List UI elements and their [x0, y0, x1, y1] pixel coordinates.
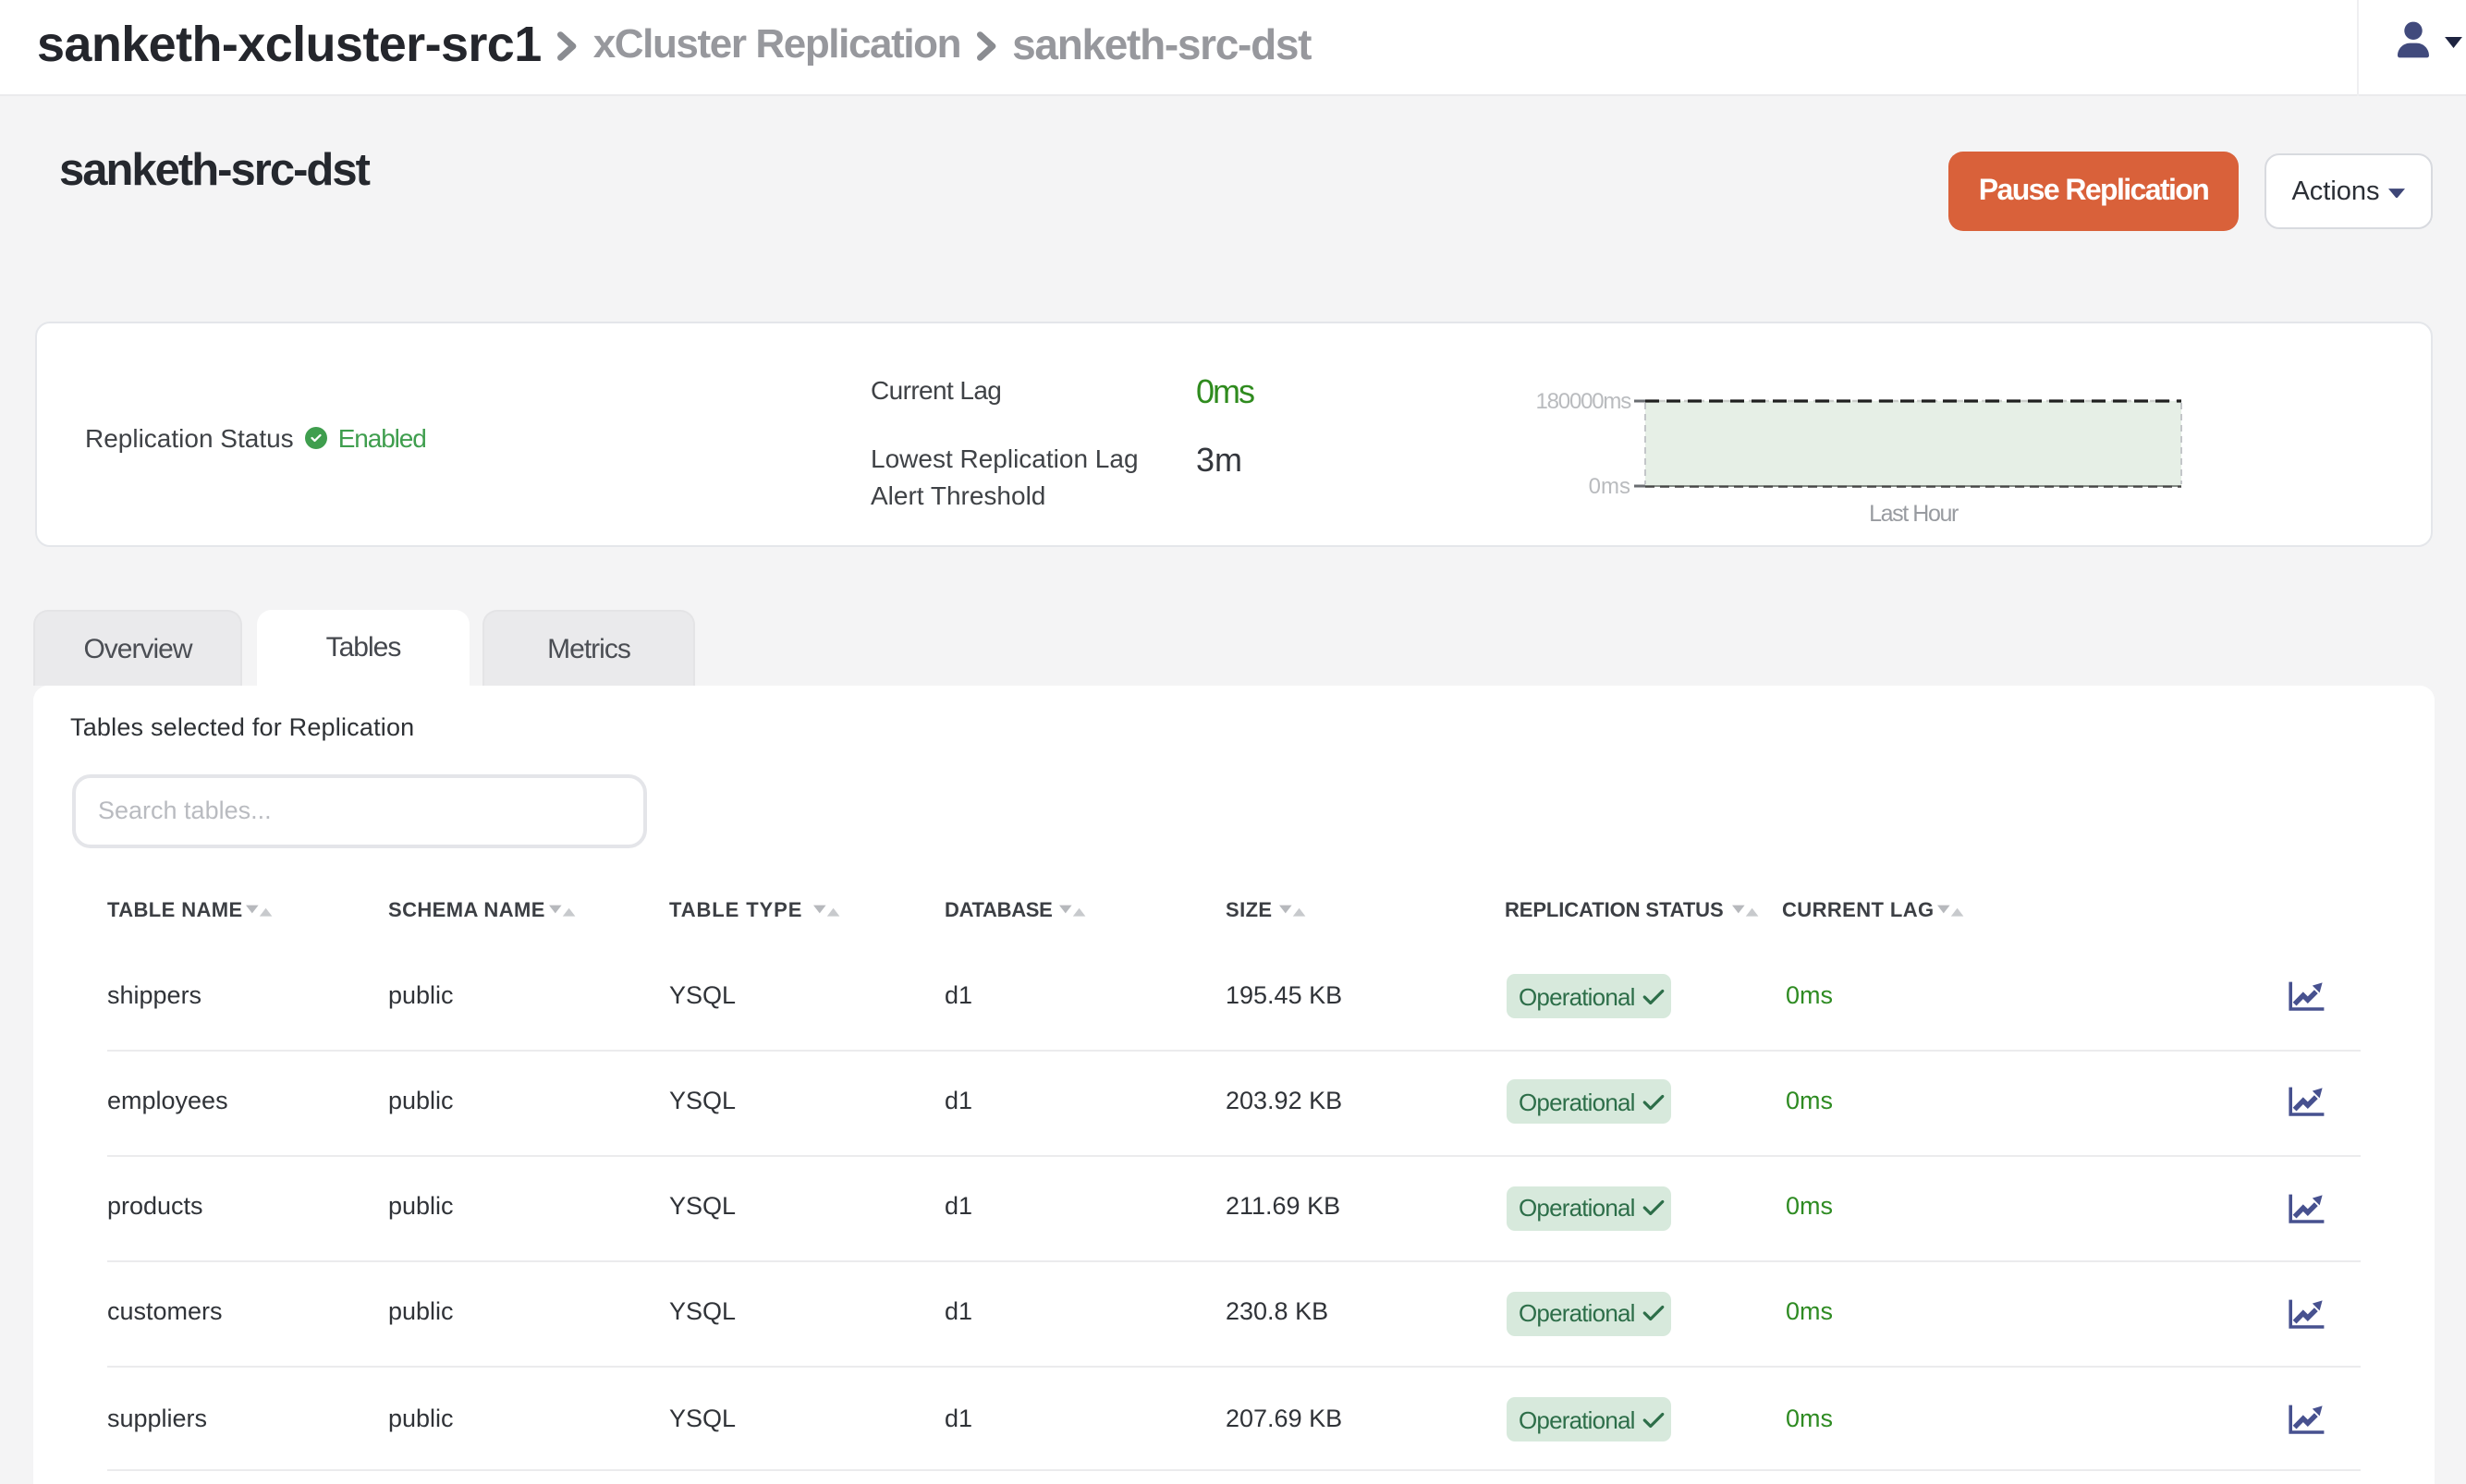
svg-text:180000ms: 180000ms — [1536, 389, 1632, 414]
svg-text:Last Hour: Last Hour — [1869, 501, 1959, 527]
svg-text:0ms: 0ms — [1589, 474, 1630, 499]
